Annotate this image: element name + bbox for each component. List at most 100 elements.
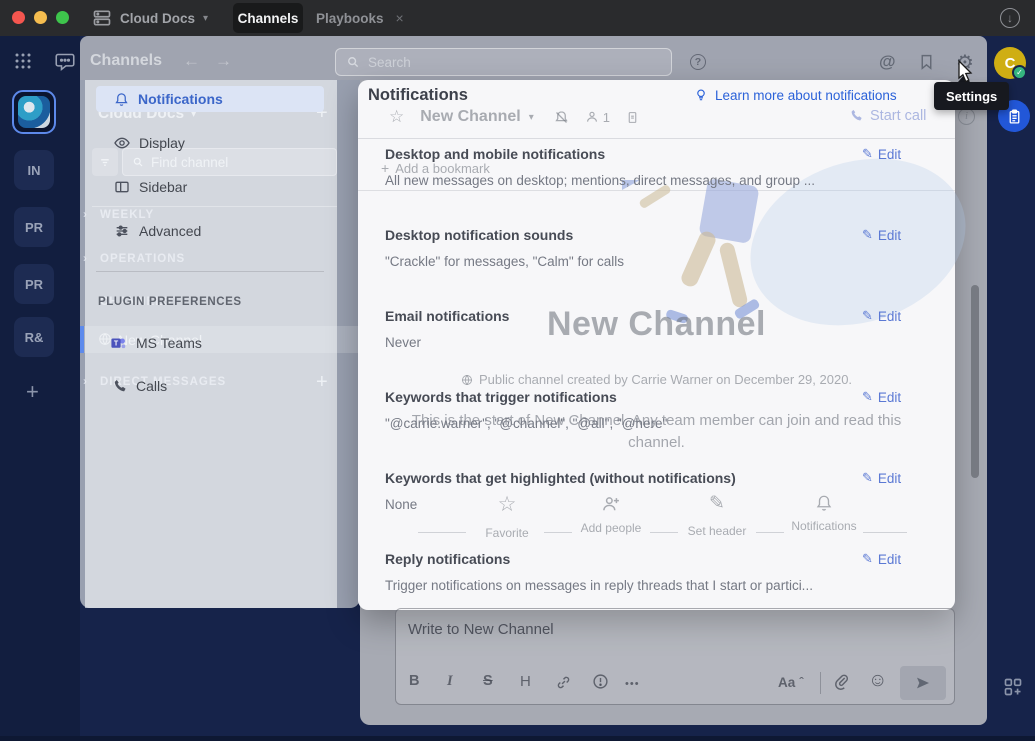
server-selector[interactable]: Cloud Docs ▾ xyxy=(92,6,208,30)
team-initials: PR xyxy=(25,277,43,292)
plugin-preferences-header: PLUGIN PREFERENCES xyxy=(98,296,242,308)
more-formatting-button: ••• xyxy=(625,678,640,690)
ms-teams-icon: T xyxy=(110,335,127,352)
setting-row-label: Reply notifications xyxy=(385,551,510,567)
format-aa-label: Aa xyxy=(778,675,795,690)
settings-nav-item-notifications[interactable]: Notifications xyxy=(96,86,324,112)
attach-file-button xyxy=(833,673,850,690)
modal-title: Notifications xyxy=(368,86,468,105)
action-divider xyxy=(418,532,466,533)
tab-label: Playbooks xyxy=(316,11,384,26)
settings-nav-item-display[interactable]: Display xyxy=(96,130,324,156)
edit-label: Edit xyxy=(878,552,901,567)
heading-button: H xyxy=(520,673,531,690)
member-count-ghost: 1 xyxy=(603,110,610,125)
action-label: Add people xyxy=(571,521,651,535)
nav-item-label: Display xyxy=(139,135,185,151)
learn-more-label: Learn more about notifications xyxy=(715,88,897,103)
action-label: Set header xyxy=(677,524,757,538)
composer-toolbar-divider xyxy=(820,672,821,694)
saved-posts-button[interactable] xyxy=(918,53,935,71)
search-box[interactable]: Search xyxy=(335,48,672,76)
team-tile[interactable]: R& xyxy=(14,317,54,357)
bell-slash-icon xyxy=(554,110,569,125)
settings-nav-item-advanced[interactable]: Advanced xyxy=(96,218,324,244)
product-grid-icon[interactable] xyxy=(14,52,32,70)
setting-row-label: Keywords that get highlighted (without n… xyxy=(385,470,736,486)
format-toggle-button: Aa ˆ xyxy=(778,674,804,690)
edit-button[interactable]: ✎Edit xyxy=(862,470,901,486)
action-divider xyxy=(863,532,907,533)
tab-playbooks[interactable]: Playbooks × xyxy=(316,3,404,33)
edit-button[interactable]: ✎Edit xyxy=(862,308,901,324)
history-back-button[interactable]: ← xyxy=(183,51,200,71)
nav-item-label: Advanced xyxy=(139,223,201,239)
settings-nav-item-calls[interactable]: Calls xyxy=(96,373,324,399)
add-team-button[interactable]: + xyxy=(26,379,39,405)
tab-channels[interactable]: Channels xyxy=(233,3,303,33)
eye-icon xyxy=(114,135,130,151)
sidebar-layout-icon xyxy=(114,179,130,195)
edit-button[interactable]: ✎Edit xyxy=(862,389,901,405)
setting-row-value: Never xyxy=(385,335,421,350)
start-call-label-ghost: Start call xyxy=(870,108,926,124)
chevron-down-icon: ▾ xyxy=(203,13,208,24)
online-status-badge: ✓ xyxy=(1012,65,1027,80)
italic-button: I xyxy=(447,673,453,690)
composer-placeholder: Write to New Channel xyxy=(408,621,554,638)
minimize-window-button[interactable] xyxy=(34,11,47,24)
history-forward-button[interactable]: → xyxy=(215,51,232,71)
clipboard-icon xyxy=(1006,108,1023,125)
members-icon xyxy=(585,110,599,124)
scrollbar-thumb[interactable] xyxy=(971,285,979,478)
setting-row-label: Desktop notification sounds xyxy=(385,227,573,243)
link-button xyxy=(555,674,572,691)
close-tab-icon[interactable]: × xyxy=(396,10,404,26)
settings-nav-item-ms-teams[interactable]: T MS Teams xyxy=(96,330,324,356)
bold-button: B xyxy=(409,673,419,689)
pencil-icon: ✎ xyxy=(677,492,757,515)
tab-label: Channels xyxy=(238,11,299,26)
edit-button[interactable]: ✎Edit xyxy=(862,146,901,162)
setting-row-value: "@carrie.warner", "@channel", "@all", "@… xyxy=(385,416,667,431)
action-notifications-ghost: Notifications xyxy=(782,494,866,533)
help-button[interactable]: ? xyxy=(690,54,706,70)
app-bar-more-button[interactable] xyxy=(1003,677,1023,697)
settings-nav-item-sidebar[interactable]: Sidebar xyxy=(96,174,324,200)
team-tile[interactable]: PR xyxy=(14,207,54,247)
action-add-people-ghost: Add people xyxy=(571,494,651,535)
team-initials: R& xyxy=(25,330,44,345)
settings-tooltip: Settings xyxy=(934,82,1009,110)
zoom-window-button[interactable] xyxy=(56,11,69,24)
learn-more-link[interactable]: Learn more about notifications xyxy=(694,87,897,103)
setting-row-value: "Crackle" for messages, "Calm" for calls xyxy=(385,254,624,269)
pencil-icon: ✎ xyxy=(862,227,873,243)
team-tile[interactable]: PR xyxy=(14,264,54,304)
nav-item-label: Notifications xyxy=(138,91,223,107)
edit-label: Edit xyxy=(878,390,901,405)
at-mentions-button[interactable]: @ xyxy=(879,52,896,72)
help-icon: ? xyxy=(695,56,701,68)
emoji-button: ☺ xyxy=(868,670,887,692)
download-update-button[interactable]: ↓ xyxy=(1000,8,1020,28)
edit-button[interactable]: ✎ Edit xyxy=(862,227,901,243)
start-call-ghost: Start call xyxy=(849,108,926,124)
info-icon: i xyxy=(965,111,968,122)
close-window-button[interactable] xyxy=(12,11,25,24)
edit-button[interactable]: ✎Edit xyxy=(862,551,901,567)
messages-icon[interactable] xyxy=(54,51,76,72)
team-tile[interactable]: IN xyxy=(14,150,54,190)
pencil-icon: ✎ xyxy=(862,308,873,324)
send-button xyxy=(900,666,946,700)
lightbulb-icon xyxy=(694,87,708,103)
app-window: Cloud Docs ▾ Channels Playbooks × ↓ Chan… xyxy=(0,0,1035,741)
edit-label: Edit xyxy=(878,228,901,243)
created-line-text: Public channel created by Carrie Warner … xyxy=(479,372,852,387)
team-initials: PR xyxy=(25,220,43,235)
setting-row-value: None xyxy=(385,497,417,512)
action-label: Favorite xyxy=(467,526,547,540)
chevron-down-icon: ▾ xyxy=(529,112,534,123)
edit-label: Edit xyxy=(878,471,901,486)
person-plus-icon xyxy=(571,494,651,514)
team-tile-active[interactable] xyxy=(12,90,56,134)
